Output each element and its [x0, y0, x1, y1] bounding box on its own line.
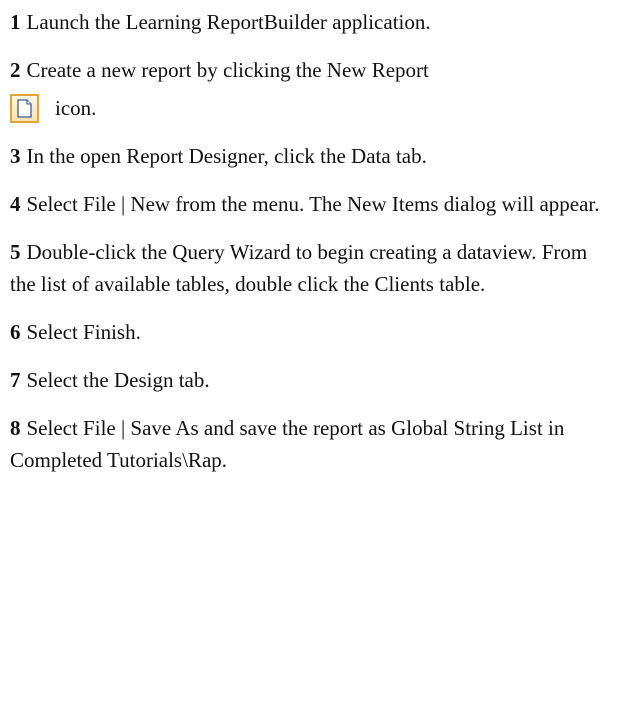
step-number: 1 — [10, 10, 21, 34]
step-number: 6 — [10, 320, 21, 344]
step-text: Create a new report by clicking the New … — [26, 58, 429, 82]
new-report-icon — [10, 93, 39, 123]
step-4: 4 Select File | New from the menu. The Ne… — [10, 188, 616, 220]
step-6: 6 Select Finish. — [10, 316, 616, 348]
step-1: 1 Launch the Learning ReportBuilder appli… — [10, 6, 616, 38]
step-3: 3 In the open Report Designer, click the … — [10, 140, 616, 172]
step-number: 8 — [10, 416, 21, 440]
step-text: Select File | New from the menu. The New… — [26, 192, 600, 216]
step-text: Select Finish. — [26, 320, 141, 344]
step-2: 2 Create a new report by clicking the New… — [10, 54, 616, 124]
step-text: Select the Design tab. — [26, 368, 210, 392]
step-text: Select File | Save As and save the repor… — [10, 416, 565, 472]
step-5: 5 Double-click the Query Wizard to begin … — [10, 236, 616, 300]
step-number: 4 — [10, 192, 21, 216]
step-icon-line: icon. — [10, 92, 616, 124]
tutorial-steps: 1 Launch the Learning ReportBuilder appli… — [10, 6, 616, 492]
step-7: 7 Select the Design tab. — [10, 364, 616, 396]
step-text: In the open Report Designer, click the D… — [26, 144, 427, 168]
step-number: 7 — [10, 368, 21, 392]
step-text: Double-click the Query Wizard to begin c… — [10, 240, 588, 296]
step-number: 3 — [10, 144, 21, 168]
step-number: 2 — [10, 58, 21, 82]
step-text-suffix: icon. — [55, 96, 97, 120]
step-text: Launch the Learning ReportBuilder applic… — [26, 10, 431, 34]
step-number: 5 — [10, 240, 21, 264]
step-8: 8 Select File | Save As and save the repo… — [10, 412, 616, 476]
